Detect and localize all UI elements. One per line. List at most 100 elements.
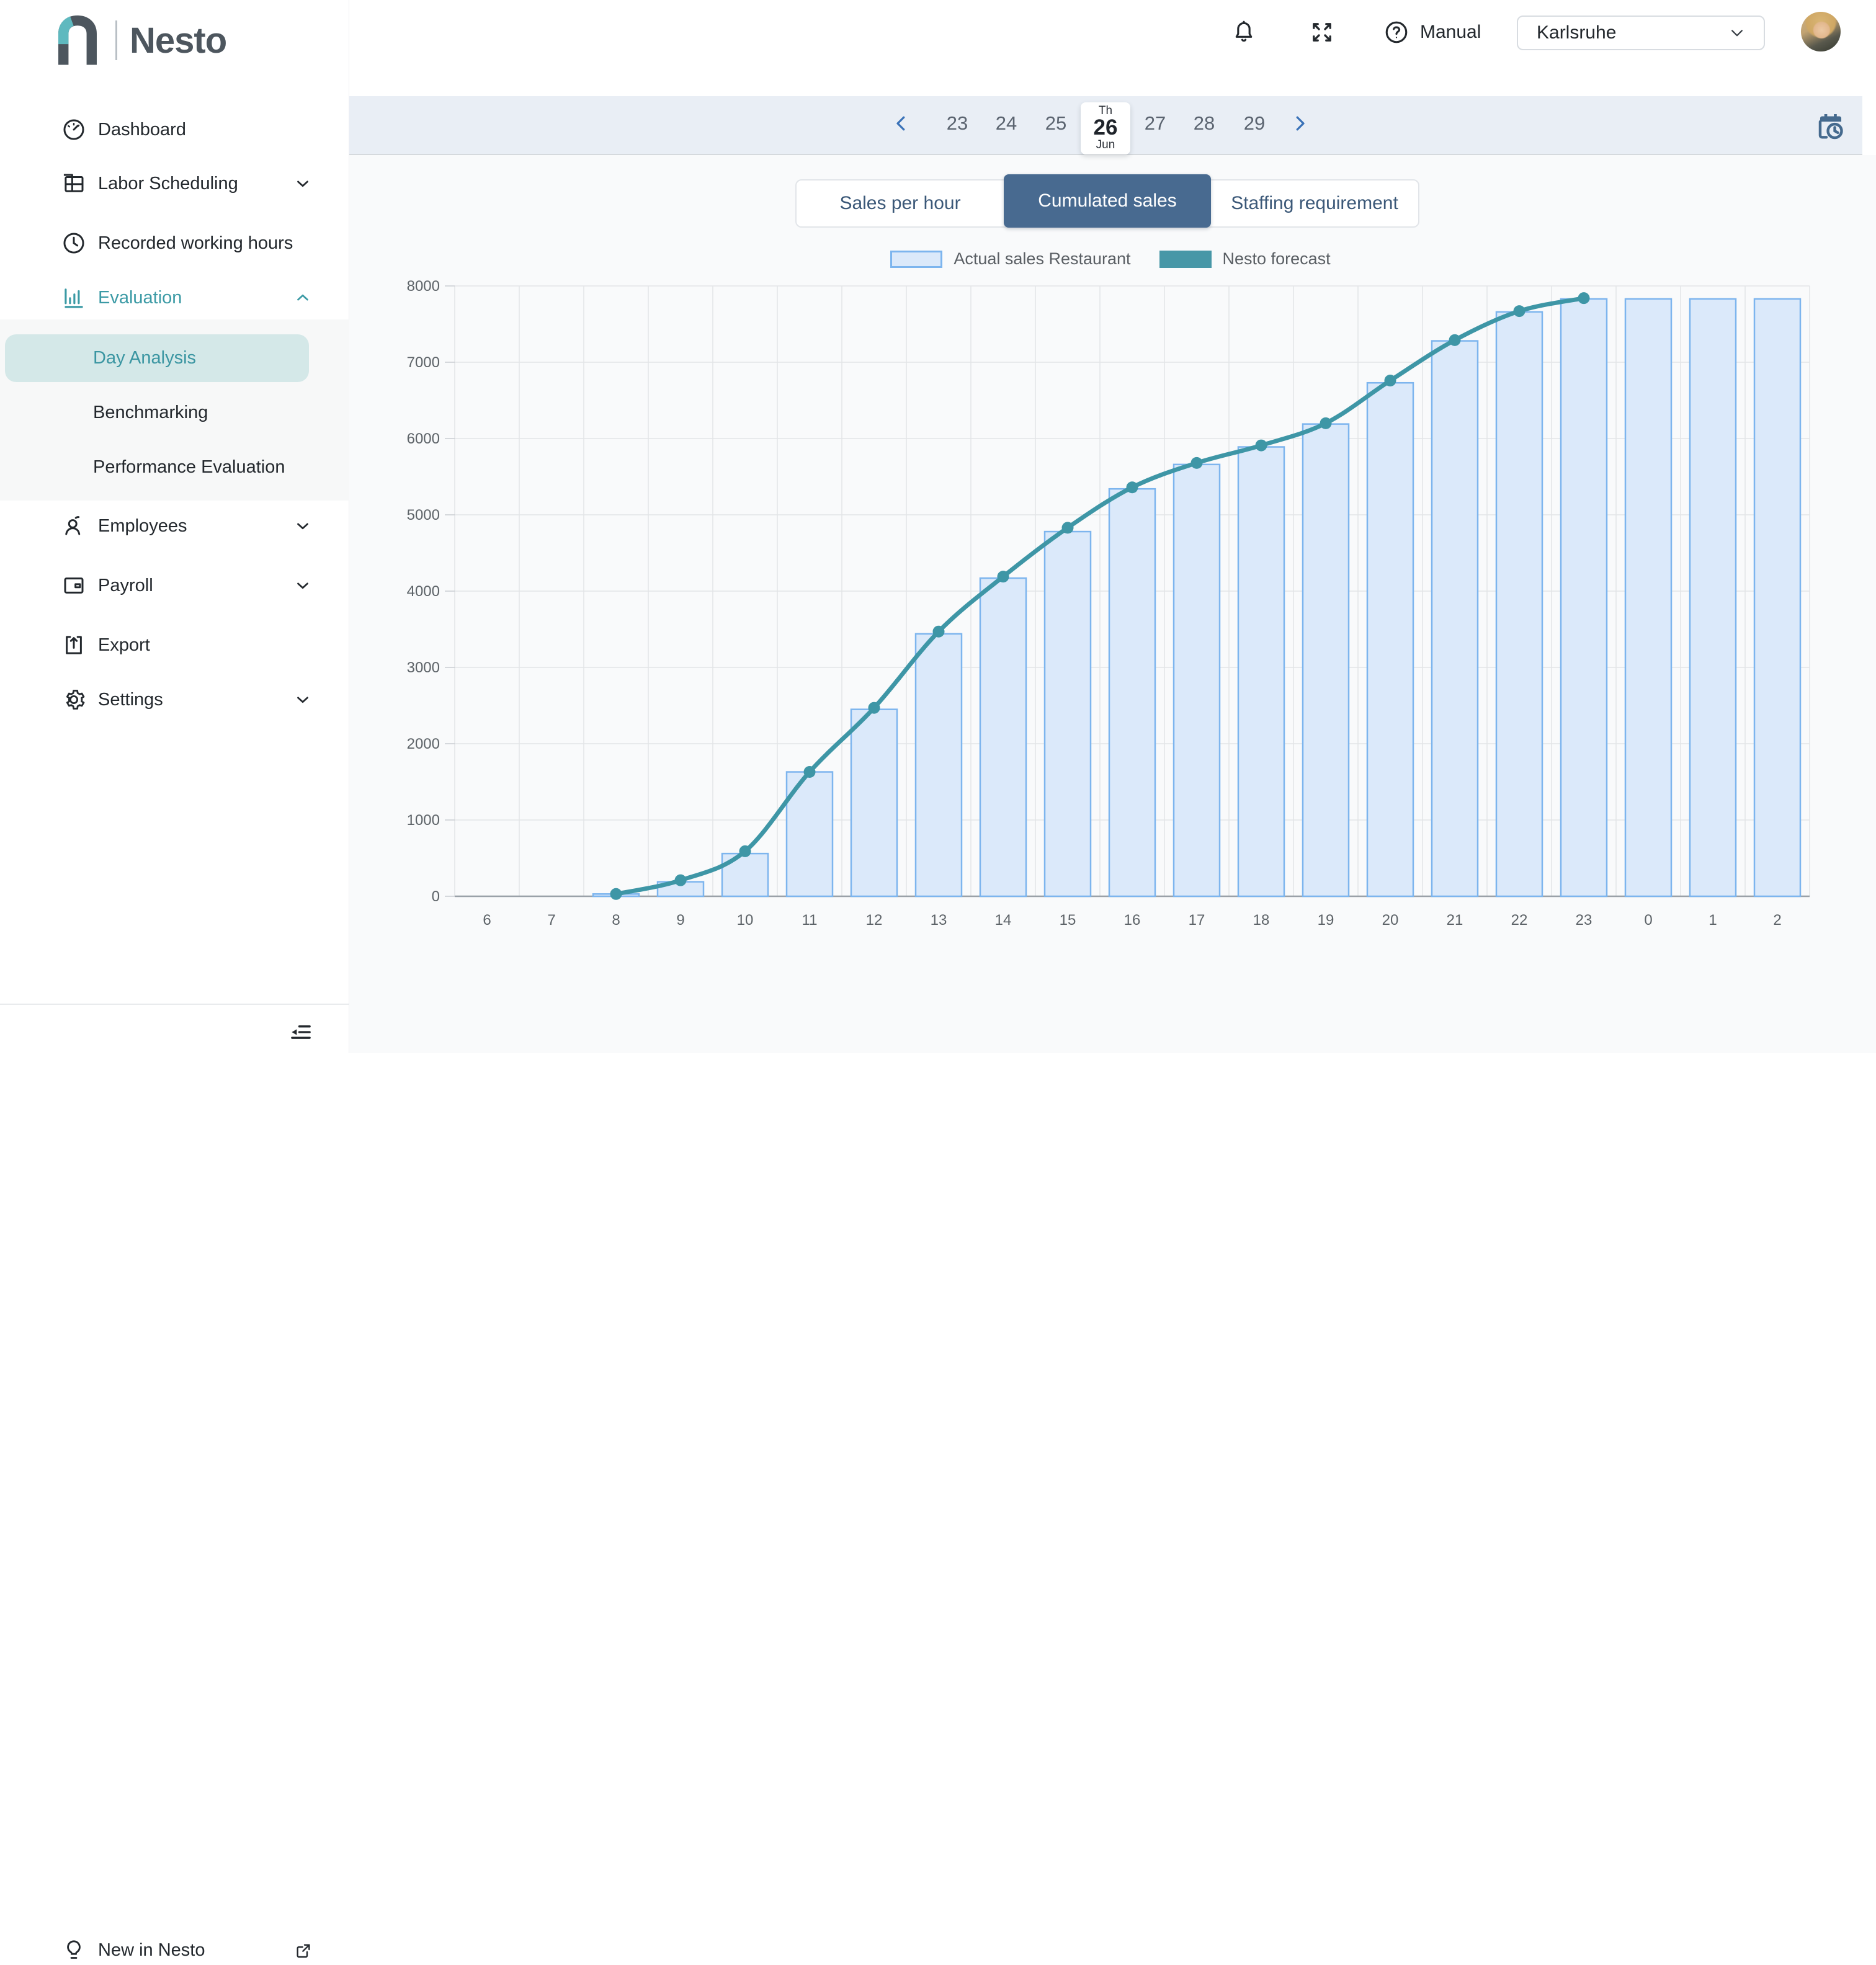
x-tick-label: 18 [1253,912,1270,929]
collapse-sidebar-icon[interactable] [288,1020,313,1045]
date-option[interactable]: 24 [993,112,1020,135]
sidebar-item-dashboard[interactable]: Dashboard [0,115,349,145]
y-tick-label: 6000 [407,430,440,447]
forecast-point[interactable] [675,875,687,886]
bell-icon[interactable] [1230,19,1257,46]
forecast-point[interactable] [1127,481,1138,493]
fullscreen-icon[interactable] [1308,19,1336,46]
tab-cumulated-sales[interactable]: Cumulated sales [1004,174,1211,228]
date-option[interactable]: 27 [1141,112,1169,135]
chevron-down-icon [293,174,312,193]
forecast-point[interactable] [804,766,816,778]
sidebar-item-settings[interactable]: Settings [0,685,349,715]
forecast-point[interactable] [1385,375,1396,386]
sidebar-subitem-performance-evaluation[interactable]: Performance Evaluation [0,452,349,482]
tab-sales-per-hour[interactable]: Sales per hour [797,180,1004,226]
avatar[interactable] [1801,12,1841,51]
sidebar: Nesto Dashboard Labor Scheduling Recorde… [0,0,349,1053]
sidebar-item-recorded-working-hours[interactable]: Recorded working hours [0,228,349,258]
bar-actual-sales[interactable] [980,578,1026,896]
bar-actual-sales[interactable] [916,634,962,896]
forecast-point[interactable] [739,845,751,857]
subitem-label: Day Analysis [93,348,196,368]
sidebar-item-label: Payroll [98,576,153,596]
forecast-point[interactable] [610,888,622,900]
forecast-point[interactable] [998,571,1009,582]
clock-icon [61,230,87,256]
legend-label: Nesto forecast [1223,249,1331,269]
previous-day-arrow[interactable] [890,112,913,135]
nesto-logo[interactable]: Nesto [52,14,226,67]
chevron-down-icon [1726,22,1748,43]
bar-actual-sales[interactable] [1367,383,1413,896]
logo-divider [115,20,117,60]
forecast-point[interactable] [1062,522,1074,533]
evaluation-icon [61,285,87,311]
x-tick-label: 12 [866,912,883,929]
dashboard-icon [61,117,87,143]
forecast-point[interactable] [1449,334,1461,346]
bar-actual-sales[interactable] [1625,299,1671,896]
export-icon [61,632,87,658]
x-tick-label: 22 [1511,912,1528,929]
forecast-point[interactable] [1578,292,1590,304]
chevron-down-icon [293,517,312,535]
cumulated-sales-chart[interactable]: 0100020003000400050006000700080006789101… [372,267,1849,949]
x-tick-label: 16 [1124,912,1141,929]
logo-wordmark: Nesto [130,20,226,61]
x-tick-label: 0 [1644,912,1652,929]
x-tick-label: 20 [1382,912,1399,929]
y-tick-label: 0 [432,888,440,905]
date-option[interactable]: 29 [1241,112,1268,135]
forecast-point[interactable] [1320,417,1332,429]
next-day-arrow[interactable] [1289,112,1311,135]
sidebar-divider [0,1004,349,1005]
bar-actual-sales[interactable] [1238,447,1284,896]
bar-actual-sales[interactable] [1109,489,1155,896]
nesto-logo-icon [52,14,103,67]
x-tick-label: 17 [1189,912,1205,929]
sidebar-item-label: Labor Scheduling [98,174,238,194]
sidebar-item-employees[interactable]: Employees [0,511,349,541]
date-option[interactable]: 23 [944,112,971,135]
bar-actual-sales[interactable] [1045,532,1091,896]
sidebar-item-label: New in Nesto [98,1940,205,1961]
bar-actual-sales[interactable] [1561,299,1607,896]
x-tick-label: 13 [931,912,947,929]
sidebar-item-labor-scheduling[interactable]: Labor Scheduling [0,169,349,198]
sidebar-item-payroll[interactable]: Payroll [0,571,349,600]
tab-staffing-requirement[interactable]: Staffing requirement [1211,180,1418,226]
bar-actual-sales[interactable] [1174,465,1220,896]
bar-actual-sales[interactable] [851,710,897,896]
sidebar-subitem-benchmarking[interactable]: Benchmarking [0,398,349,427]
forecast-point[interactable] [1514,305,1525,317]
date-option[interactable]: 28 [1190,112,1218,135]
bar-actual-sales[interactable] [1690,299,1736,896]
legend-item-nesto-forecast[interactable]: Nesto forecast [1159,249,1331,269]
sidebar-item-label: Evaluation [98,288,182,308]
location-select[interactable]: Karlsruhe [1517,16,1765,50]
selected-date-card[interactable]: Th 26 Jun [1081,102,1130,154]
x-tick-label: 23 [1576,912,1592,929]
date-option[interactable]: 25 [1042,112,1070,135]
x-tick-label: 2 [1773,912,1781,929]
forecast-point[interactable] [1256,440,1267,452]
bar-actual-sales[interactable] [1754,299,1800,896]
sidebar-item-label: Dashboard [98,120,186,140]
forecast-point[interactable] [1191,457,1203,469]
legend-item-actual-sales[interactable]: Actual sales Restaurant [890,249,1130,269]
manual-button[interactable]: Manual [1383,19,1481,46]
legend-label: Actual sales Restaurant [954,249,1130,269]
forecast-point[interactable] [933,626,945,638]
bar-actual-sales[interactable] [1432,341,1478,896]
sidebar-item-label: Export [98,635,150,656]
forecast-point[interactable] [869,702,880,714]
sidebar-subitem-day-analysis[interactable]: Day Analysis [5,334,309,382]
new-in-nesto-link[interactable]: New in Nesto [0,1935,349,1965]
bar-actual-sales[interactable] [1303,424,1349,896]
location-selected-value: Karlsruhe [1537,22,1616,43]
sidebar-item-export[interactable]: Export [0,630,349,660]
bar-actual-sales[interactable] [1496,312,1542,896]
sidebar-item-evaluation[interactable]: Evaluation [0,283,349,313]
calendar-clock-icon[interactable] [1813,110,1848,145]
